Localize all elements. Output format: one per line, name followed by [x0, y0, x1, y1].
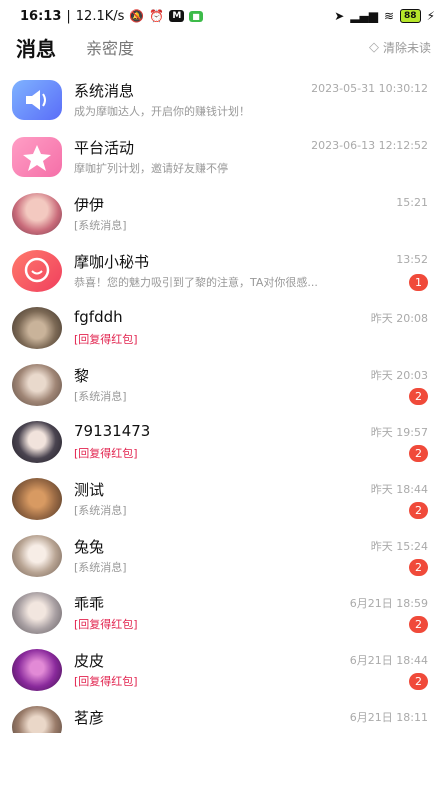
- item-preview: 成为摩咖达人，开启你的赚钱计划！: [74, 105, 250, 118]
- item-time: 昨天 20:03: [370, 369, 428, 382]
- item-name: 黎: [74, 367, 90, 385]
- item-name: 系统消息: [74, 82, 135, 100]
- unread-badge: 2: [409, 445, 428, 462]
- signal-icon: ▂▄▆: [350, 9, 378, 23]
- status-bar: 16:13 | 12.1K/s 🔕 ⏰ M ■ ➤ ▂▄▆ ≋ 88 ⚡: [0, 0, 447, 32]
- unread-badge: 2: [409, 559, 428, 576]
- item-preview: 恭喜！您的魅力吸引到了黎的注意，TA对你很感...: [74, 276, 318, 289]
- list-item[interactable]: 测试 [系统消息] 昨天 18:44 2: [0, 469, 447, 526]
- item-preview: [回复得红包]: [74, 618, 138, 631]
- item-time: 6月21日 18:44: [349, 654, 428, 667]
- item-preview: [系统消息]: [74, 219, 127, 232]
- list-item[interactable]: 黎 [系统消息] 昨天 20:03 2: [0, 355, 447, 412]
- list-item[interactable]: 兔兔 [系统消息] 昨天 15:24 2: [0, 526, 447, 583]
- tab-bar: 消息 亲密度 ◇ 清除未读: [0, 32, 447, 62]
- list-item[interactable]: 乖乖 [回复得红包] 6月21日 18:59 2: [0, 583, 447, 640]
- avatar: [12, 193, 62, 235]
- item-name: 乖乖: [74, 595, 105, 613]
- item-name: 皮皮: [74, 652, 105, 670]
- item-preview: [系统消息]: [74, 504, 127, 517]
- unread-badge: 2: [409, 616, 428, 633]
- platform-activity-icon: [12, 137, 62, 177]
- list-item[interactable]: 摩咖小秘书 恭喜！您的魅力吸引到了黎的注意，TA对你很感... 13:52 1: [0, 241, 447, 298]
- item-time: 昨天 18:44: [370, 483, 428, 496]
- list-item[interactable]: 系统消息 成为摩咖达人，开启你的赚钱计划！ 2023-05-31 10:30:1…: [0, 70, 447, 127]
- eraser-icon: ◇: [368, 39, 379, 55]
- item-time: 2023-05-31 10:30:12: [311, 82, 428, 95]
- item-preview: [回复得红包]: [74, 447, 138, 460]
- avatar: [12, 649, 62, 691]
- item-time: 13:52: [396, 253, 428, 266]
- unread-badge: 2: [409, 673, 428, 690]
- mute-bell-icon: 🔕: [129, 9, 145, 23]
- status-time: 16:13: [20, 8, 62, 24]
- avatar: [12, 706, 62, 733]
- item-preview: [回复得红包]: [74, 333, 138, 346]
- list-item[interactable]: 茗彦 6月21日 18:11: [0, 697, 447, 733]
- tab-messages[interactable]: 消息: [16, 33, 56, 62]
- list-item[interactable]: 79131473 [回复得红包] 昨天 19:57 2: [0, 412, 447, 469]
- unread-badge: 1: [409, 274, 428, 291]
- list-item[interactable]: fgfddh [回复得红包] 昨天 20:08: [0, 298, 447, 355]
- avatar: [12, 478, 62, 520]
- alarm-icon: ⏰: [149, 9, 165, 23]
- item-time: 昨天 20:08: [370, 312, 428, 325]
- tab-intimacy[interactable]: 亲密度: [86, 35, 134, 59]
- m-app-icon: M: [169, 10, 185, 22]
- list-item[interactable]: 伊伊 [系统消息] 15:21: [0, 184, 447, 241]
- item-preview: [系统消息]: [74, 561, 127, 574]
- item-time: 2023-06-13 12:12:52: [311, 139, 428, 152]
- clear-unread-label: 清除未读: [382, 40, 431, 55]
- wifi-icon: ≋: [383, 9, 395, 23]
- item-name: 摩咖小秘书: [74, 253, 150, 271]
- item-name: 伊伊: [74, 196, 105, 214]
- item-time: 6月21日 18:11: [349, 711, 428, 724]
- list-item[interactable]: 平台活动 摩咖扩列计划，邀请好友赚不停 2023-06-13 12:12:52: [0, 127, 447, 184]
- bottom-blank-area: [0, 733, 447, 797]
- avatar: [12, 535, 62, 577]
- g-app-icon: ■: [189, 10, 203, 22]
- location-icon: ➤: [334, 9, 345, 23]
- avatar: [12, 592, 62, 634]
- item-name: fgfddh: [74, 308, 123, 326]
- item-preview: 摩咖扩列计划，邀请好友赚不停: [74, 162, 228, 175]
- status-left: 16:13 | 12.1K/s 🔕 ⏰ M ■: [20, 9, 203, 24]
- item-time: 昨天 19:57: [370, 426, 428, 439]
- item-name: 兔兔: [74, 538, 105, 556]
- status-separator: |: [66, 8, 71, 24]
- list-item[interactable]: 皮皮 [回复得红包] 6月21日 18:44 2: [0, 640, 447, 697]
- network-speed: 12.1K/s: [75, 8, 125, 24]
- clear-unread-button[interactable]: ◇ 清除未读: [369, 39, 431, 56]
- battery-icon: 88: [400, 9, 421, 23]
- system-message-icon: [12, 80, 62, 120]
- message-list[interactable]: 系统消息 成为摩咖达人，开启你的赚钱计划！ 2023-05-31 10:30:1…: [0, 70, 447, 733]
- item-name: 79131473: [74, 422, 151, 440]
- status-right: ➤ ▂▄▆ ≋ 88 ⚡: [334, 9, 435, 23]
- item-name: 茗彦: [74, 709, 105, 727]
- item-name: 测试: [74, 481, 105, 499]
- avatar: [12, 364, 62, 406]
- item-name: 平台活动: [74, 139, 135, 157]
- avatar: [12, 307, 62, 349]
- avatar: [12, 421, 62, 463]
- item-time: 6月21日 18:59: [349, 597, 428, 610]
- item-preview: [回复得红包]: [74, 675, 138, 688]
- item-time: 昨天 15:24: [370, 540, 428, 553]
- item-time: 15:21: [396, 196, 428, 209]
- unread-badge: 2: [409, 502, 428, 519]
- unread-badge: 2: [409, 388, 428, 405]
- item-preview: [系统消息]: [74, 390, 127, 403]
- assistant-avatar: [12, 250, 62, 292]
- charging-icon: ⚡: [426, 9, 435, 23]
